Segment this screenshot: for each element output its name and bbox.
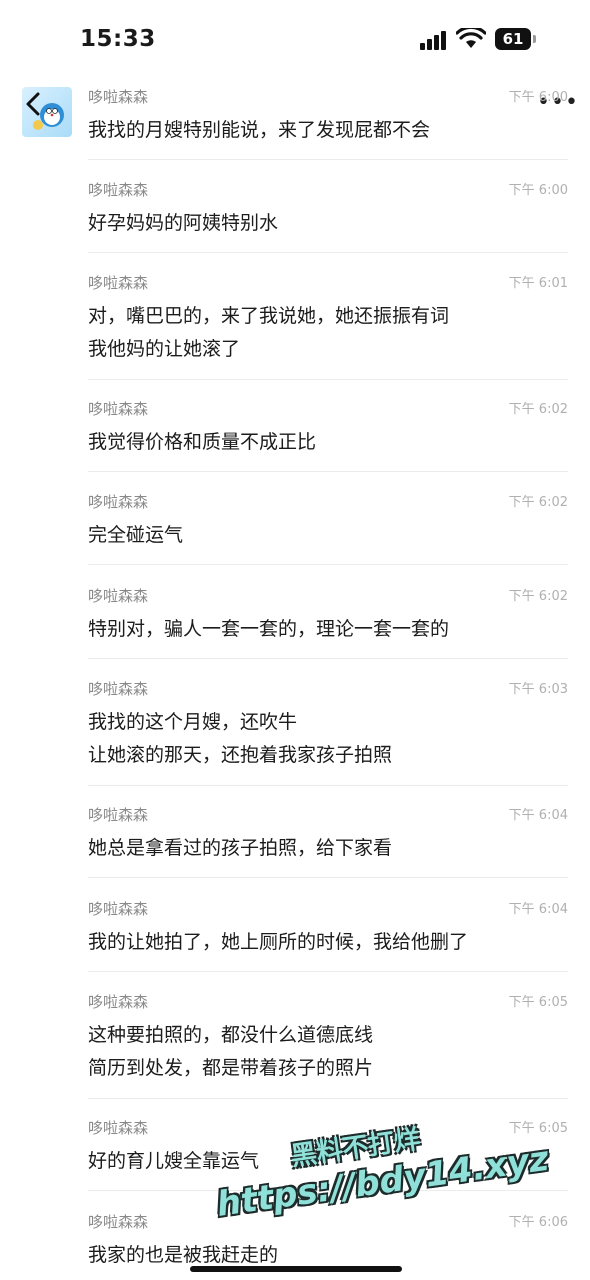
message-line: 这种要拍照的，都没什么道德底线 <box>88 1024 374 1046</box>
message-line: 我找的月嫂特别能说，来了发现屁都不会 <box>88 119 431 141</box>
message-sender: 哆啦森森 <box>88 1213 149 1231</box>
message-text: 她总是拿看过的孩子拍照，给下家看 <box>88 832 392 865</box>
divider <box>88 471 568 472</box>
divider <box>88 877 568 878</box>
battery-tip <box>533 35 536 43</box>
message-item[interactable]: 哆啦森森 下午 6:02 完全碰运气 <box>88 491 568 565</box>
message-line: 好孕妈妈的阿姨特别水 <box>88 212 279 234</box>
message-line: 对，嘴巴巴的，来了我说她，她还振振有词 <box>88 305 450 327</box>
message-sender: 哆啦森森 <box>88 587 149 605</box>
message-item[interactable]: 哆啦森森 下午 6:04 她总是拿看过的孩子拍照，给下家看 <box>88 804 568 878</box>
message-time: 下午 6:04 <box>508 902 568 917</box>
divider <box>88 564 568 565</box>
message-line: 她总是拿看过的孩子拍照，给下家看 <box>88 837 393 859</box>
message-item[interactable]: 哆啦森森 下午 6:04 我的让她拍了，她上厕所的时候，我给他删了 <box>88 898 568 972</box>
chevron-left-icon[interactable] <box>22 90 44 118</box>
message-time: 下午 6:03 <box>508 682 568 697</box>
message-time: 下午 6:02 <box>508 495 568 510</box>
divider <box>88 785 568 786</box>
signal-icon <box>420 30 450 50</box>
message-text: 我找的这个月嫂，还吹牛 让她滚的那天，还抱着我家孩子拍照 <box>88 706 392 772</box>
message-sender: 哆啦森森 <box>88 400 149 418</box>
message-time: 下午 6:05 <box>508 995 568 1010</box>
message-sender: 哆啦森森 <box>88 900 149 918</box>
message-line: 我觉得价格和质量不成正比 <box>88 431 317 453</box>
message-time: 下午 6:04 <box>508 808 568 823</box>
message-line: 简历到处发，都是带着孩子的照片 <box>88 1057 374 1079</box>
message-time: 下午 6:00 <box>508 90 568 105</box>
status-bar: 15:33 61 <box>0 0 590 78</box>
message-time: 下午 6:02 <box>508 589 568 604</box>
message-item[interactable]: 哆啦森森 下午 6:02 我觉得价格和质量不成正比 <box>88 398 568 472</box>
message-time: 下午 6:06 <box>508 1215 568 1230</box>
message-text: 我找的月嫂特别能说，来了发现屁都不会 <box>88 114 430 147</box>
message-item[interactable]: 哆啦森森 下午 6:00 好孕妈妈的阿姨特别水 <box>88 179 568 253</box>
message-text: 这种要拍照的，都没什么道德底线 简历到处发，都是带着孩子的照片 <box>88 1019 373 1085</box>
message-text: 特别对，骗人一套一套的，理论一套一套的 <box>88 613 449 646</box>
message-sender: 哆啦森森 <box>88 1119 149 1137</box>
divider <box>88 658 568 659</box>
status-time: 15:33 <box>80 26 156 52</box>
divider <box>88 159 568 160</box>
message-line: 让她滚的那天，还抱着我家孩子拍照 <box>88 744 393 766</box>
message-sender: 哆啦森森 <box>88 88 149 106</box>
message-text: 我觉得价格和质量不成正比 <box>88 426 316 459</box>
message-text: 对，嘴巴巴的，来了我说她，她还振振有词 我他妈的让她滚了 <box>88 300 449 366</box>
message-sender: 哆啦森森 <box>88 993 149 1011</box>
message-line: 我他妈的让她滚了 <box>88 338 241 360</box>
message-time: 下午 6:01 <box>508 276 568 291</box>
message-sender: 哆啦森森 <box>88 181 149 199</box>
wifi-icon <box>456 28 486 48</box>
message-text: 完全碰运气 <box>88 519 183 552</box>
divider <box>88 252 568 253</box>
message-time: 下午 6:00 <box>508 183 568 198</box>
message-item[interactable]: 哆啦森森 下午 6:00 我找的月嫂特别能说，来了发现屁都不会 <box>88 86 568 160</box>
message-sender: 哆啦森森 <box>88 274 149 292</box>
message-line: 我的让她拍了，她上厕所的时候，我给他删了 <box>88 931 469 953</box>
message-line: 我找的这个月嫂，还吹牛 <box>88 711 298 733</box>
message-item[interactable]: 哆啦森森 下午 6:03 我找的这个月嫂，还吹牛 让她滚的那天，还抱着我家孩子拍… <box>88 678 568 786</box>
message-time: 下午 6:02 <box>508 402 568 417</box>
message-sender: 哆啦森森 <box>88 680 149 698</box>
message-line: 特别对，骗人一套一套的，理论一套一套的 <box>88 618 450 640</box>
home-indicator[interactable] <box>190 1266 402 1272</box>
message-item[interactable]: 哆啦森森 下午 6:02 特别对，骗人一套一套的，理论一套一套的 <box>88 585 568 659</box>
message-text: 我的让她拍了，她上厕所的时候，我给他删了 <box>88 926 468 959</box>
message-text: 好孕妈妈的阿姨特别水 <box>88 207 278 240</box>
battery-icon: 61 <box>495 28 531 50</box>
divider <box>88 971 568 972</box>
message-item[interactable]: 哆啦森森 下午 6:01 对，嘴巴巴的，来了我说她，她还振振有词 我他妈的让她滚… <box>88 272 568 380</box>
divider <box>88 379 568 380</box>
message-sender: 哆啦森森 <box>88 493 149 511</box>
message-line: 完全碰运气 <box>88 524 184 546</box>
message-sender: 哆啦森森 <box>88 806 149 824</box>
